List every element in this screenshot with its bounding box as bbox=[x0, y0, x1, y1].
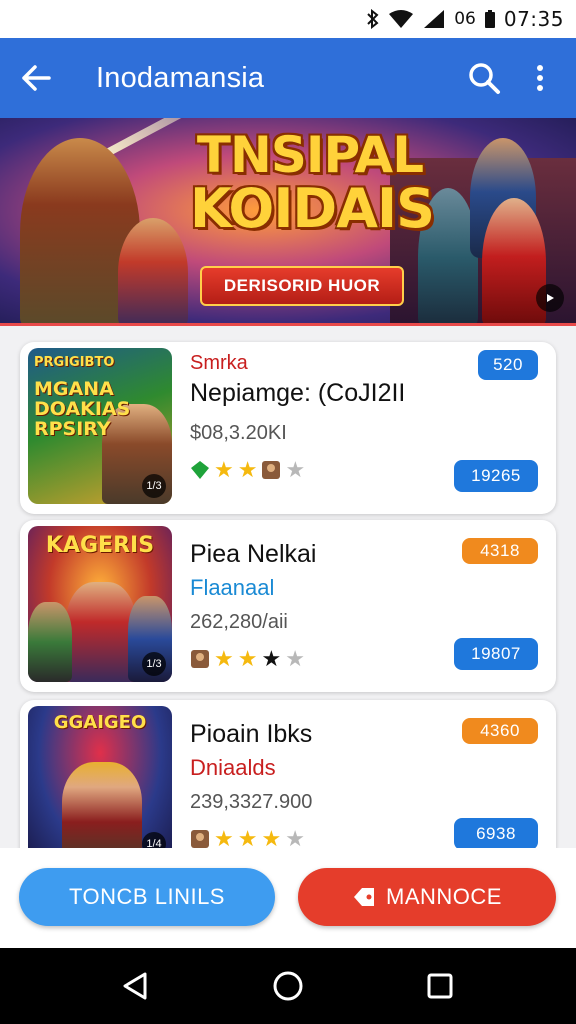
banner-headline-line2: KOIDAIS bbox=[190, 177, 435, 240]
nav-back-button[interactable] bbox=[106, 956, 166, 1016]
clock: 07:35 bbox=[503, 7, 564, 31]
star-dark-icon: ★ bbox=[261, 646, 282, 671]
card-price: 262,280/aii bbox=[190, 611, 288, 633]
card-title: Pioain Ibks bbox=[190, 720, 313, 748]
card-title: Nepiamge: (CoJI2II bbox=[190, 379, 406, 407]
primary-action-label: TONCB LINILS bbox=[69, 884, 225, 909]
card-subtitle: Flaanaal bbox=[190, 575, 275, 600]
card-badge-top[interactable]: 4318 bbox=[462, 538, 538, 564]
promo-banner[interactable]: TNSIPAL KOIDAIS DERISORID HUOR bbox=[0, 118, 576, 324]
star-filled-icon: ★ bbox=[261, 826, 282, 851]
card-badge-top[interactable]: 4360 bbox=[462, 718, 538, 744]
back-button[interactable] bbox=[0, 38, 72, 118]
wifi-icon bbox=[388, 8, 414, 30]
thumbnail-badge: 1/3 bbox=[142, 652, 166, 676]
bluetooth-icon bbox=[366, 8, 380, 30]
card-rating: ★ ★ ★ ★ bbox=[190, 828, 450, 850]
battery-icon bbox=[484, 8, 496, 30]
card-info: Piea Nelkai Flaanaal 262,280/aii ★ ★ ★ ★ bbox=[190, 536, 450, 670]
game-thumbnail: KAGERIS 1/3 bbox=[28, 526, 172, 682]
game-card[interactable]: KAGERIS 1/3 Piea Nelkai Flaanaal 262,280… bbox=[20, 520, 556, 692]
banner-page-badge bbox=[536, 284, 564, 312]
more-vert-icon bbox=[537, 65, 543, 91]
game-thumbnail: PRGIGIBTO MGANA DOAKIAS RPSIRY 1/3 bbox=[28, 348, 172, 504]
star-filled-icon: ★ bbox=[214, 457, 234, 482]
card-action-button[interactable]: 6938 bbox=[454, 818, 538, 850]
thumbnail-hero bbox=[28, 602, 72, 682]
star-empty-icon: ★ bbox=[285, 646, 305, 671]
card-title: Piea Nelkai bbox=[190, 540, 317, 568]
star-filled-icon: ★ bbox=[237, 826, 258, 851]
star-filled-icon: ★ bbox=[214, 826, 234, 851]
danger-action-label: MANNOCE bbox=[386, 884, 502, 909]
circle-home-icon bbox=[273, 971, 303, 1001]
banner-hero-right-3 bbox=[482, 198, 546, 324]
tag-icon bbox=[354, 888, 375, 906]
thumbnail-title-small: PRGIGIBTO bbox=[34, 355, 115, 370]
card-info: Pioain Ibks Dniaalds 239,3327.900 ★ ★ ★ … bbox=[190, 716, 450, 850]
card-badge-top[interactable]: 520 bbox=[478, 350, 538, 380]
star-empty-icon: ★ bbox=[285, 457, 306, 482]
card-rating: ★ ★ ★ ★ bbox=[190, 648, 450, 670]
danger-action-button[interactable]: MANNOCE bbox=[298, 868, 556, 926]
thumbnail-badge: 1/3 bbox=[142, 474, 166, 498]
star-filled-icon: ★ bbox=[237, 646, 258, 671]
more-options-button[interactable] bbox=[512, 38, 568, 118]
card-info: Smrka Nepiamge: (CoJI2II $08,3.20KI ★ ★ … bbox=[190, 352, 450, 481]
card-price: $08,3.20KI bbox=[190, 422, 287, 444]
nav-home-button[interactable] bbox=[258, 956, 318, 1016]
card-rating: ★ ★ ★ bbox=[190, 459, 450, 481]
game-card[interactable]: PRGIGIBTO MGANA DOAKIAS RPSIRY 1/3 Smrka… bbox=[20, 342, 556, 514]
game-card[interactable]: GGAIGEO 1/4 Pioain Ibks Dniaalds 239,332… bbox=[20, 700, 556, 872]
avatar-icon bbox=[191, 650, 209, 668]
game-thumbnail: GGAIGEO 1/4 bbox=[28, 706, 172, 862]
banner-headline: TNSIPAL KOIDAIS bbox=[190, 126, 435, 240]
star-filled-icon: ★ bbox=[214, 646, 234, 671]
card-price: 239,3327.900 bbox=[190, 791, 313, 813]
card-action-button[interactable]: 19807 bbox=[454, 638, 538, 670]
nav-recents-button[interactable] bbox=[410, 956, 470, 1016]
avatar-icon bbox=[262, 461, 281, 479]
star-filled-icon: ★ bbox=[237, 457, 258, 482]
thumbnail-title: PRGIGIBTO MGANA DOAKIAS RPSIRY bbox=[34, 356, 166, 439]
card-subtitle: Dniaalds bbox=[190, 755, 276, 780]
square-recents-icon bbox=[427, 973, 453, 999]
status-bar: 06 07:35 bbox=[0, 0, 576, 38]
arrow-left-icon bbox=[22, 65, 51, 91]
thumbnail-title: GGAIGEO bbox=[34, 712, 166, 733]
card-category: Smrka bbox=[190, 352, 248, 374]
primary-action-button[interactable]: TONCB LINILS bbox=[19, 868, 275, 926]
network-label: 06 bbox=[454, 9, 476, 29]
banner-divider bbox=[0, 323, 576, 326]
triangle-back-icon bbox=[123, 972, 147, 1000]
thumbnail-title-big: KAGERIS bbox=[45, 533, 155, 558]
star-empty-icon: ★ bbox=[285, 826, 305, 851]
system-navigation-bar bbox=[0, 948, 576, 1024]
card-action-button[interactable]: 19265 bbox=[454, 460, 538, 492]
page-title: Inodamansia bbox=[96, 61, 265, 94]
thumbnail-hero bbox=[66, 582, 136, 682]
banner-hero-left-2 bbox=[118, 218, 188, 324]
banner-headline-line1: TNSIPAL bbox=[196, 126, 424, 184]
banner-ribbon: DERISORID HUOR bbox=[200, 266, 404, 306]
signal-icon bbox=[422, 8, 446, 30]
thumbnail-title-big: GGAIGEO bbox=[53, 712, 147, 733]
avatar-icon bbox=[191, 830, 209, 848]
bottom-action-bar: TONCB LINILS MANNOCE bbox=[0, 848, 576, 948]
thumbnail-hero bbox=[62, 762, 142, 862]
app-bar: Inodamansia bbox=[0, 38, 576, 118]
thumbnail-title: KAGERIS bbox=[34, 534, 166, 557]
thumbnail-title-big: MGANA DOAKIAS RPSIRY bbox=[34, 377, 131, 440]
search-button[interactable] bbox=[456, 38, 512, 118]
search-icon bbox=[469, 63, 500, 94]
gem-icon bbox=[191, 461, 209, 479]
play-icon bbox=[547, 294, 554, 302]
